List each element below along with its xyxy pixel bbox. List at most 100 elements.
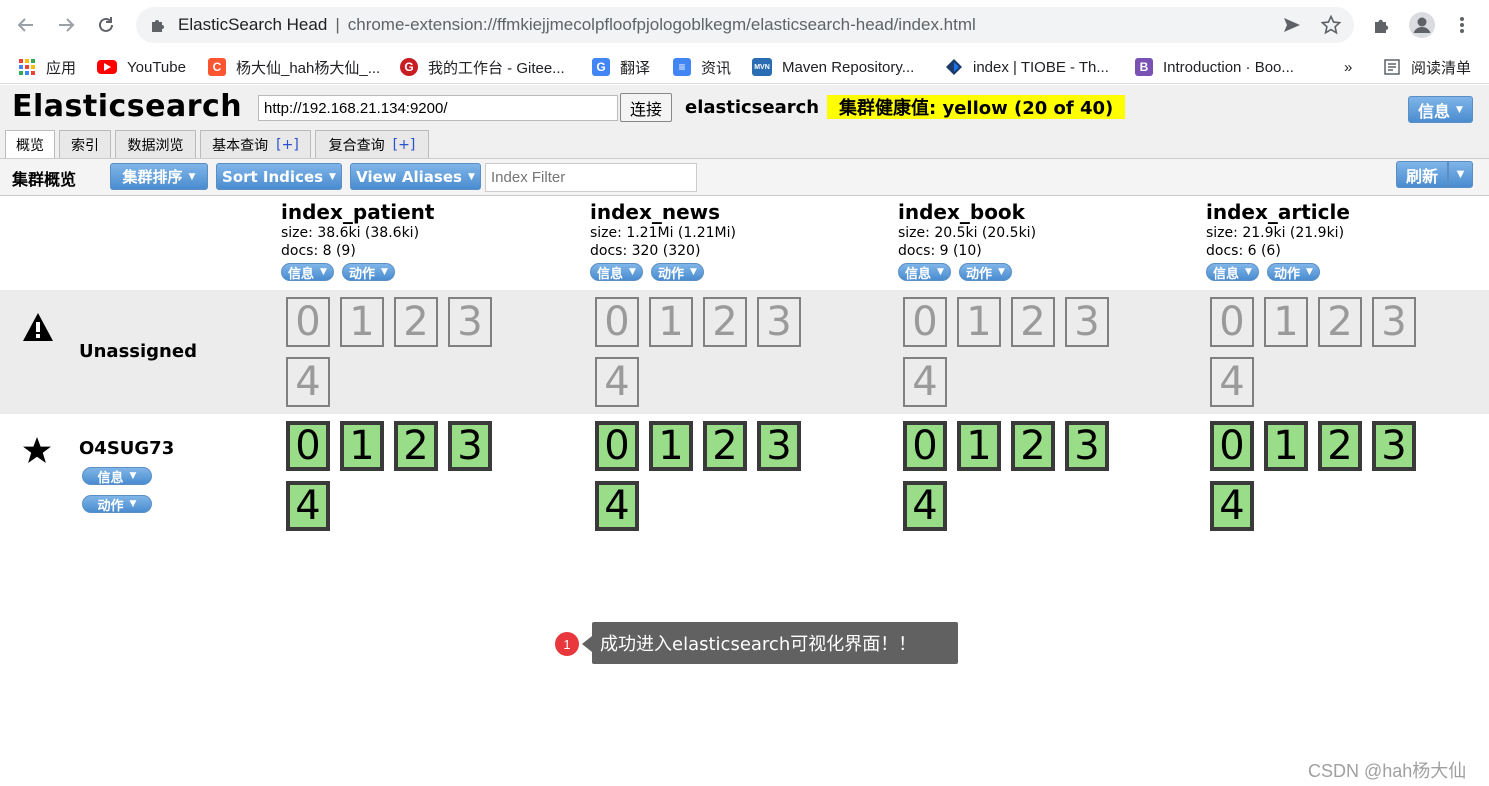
profile-avatar-icon[interactable] (1409, 12, 1435, 38)
shard-unassigned[interactable]: 0 (595, 297, 639, 347)
shard-primary[interactable]: 3 (1372, 421, 1416, 471)
shard-unassigned[interactable]: 0 (286, 297, 330, 347)
shard-primary[interactable]: 0 (1210, 421, 1254, 471)
bootstrap-icon: B (1135, 58, 1153, 76)
shard-unassigned[interactable]: 2 (1318, 297, 1362, 347)
shard-primary[interactable]: 2 (1011, 421, 1055, 471)
es-header: Elasticsearch 连接 elasticsearch 集群健康值: ye… (0, 85, 1489, 129)
shard-unassigned[interactable]: 4 (903, 357, 947, 407)
tab-compound-query[interactable]: 复合查询 [+] (315, 130, 429, 158)
shard-primary[interactable]: 3 (757, 421, 801, 471)
shard-primary[interactable]: 0 (286, 421, 330, 471)
connect-button[interactable]: 连接 (620, 93, 672, 122)
refresh-button[interactable]: 刷新 (1396, 161, 1448, 188)
shard-primary[interactable]: 2 (703, 421, 747, 471)
bookmark-news[interactable]: ≡ 资讯 (673, 56, 731, 78)
shard-primary[interactable]: 0 (903, 421, 947, 471)
tab-label: 数据浏览 (127, 137, 184, 154)
bookmark-bootstrap[interactable]: B Introduction · Boo... (1135, 56, 1294, 78)
address-bar[interactable]: ElasticSearch Head | chrome-extension://… (136, 7, 1354, 43)
shard-primary[interactable]: 2 (1318, 421, 1362, 471)
index-info-button[interactable]: 信息 ▼ (590, 263, 643, 282)
shard-unassigned[interactable]: 0 (903, 297, 947, 347)
caret-down-icon: ▼ (129, 471, 137, 481)
info-label: 信息 (1418, 101, 1451, 121)
view-aliases-button[interactable]: View Aliases ▼ (350, 163, 481, 190)
index-action-button[interactable]: 动作 ▼ (958, 263, 1012, 282)
sort-indices-button[interactable]: Sort Indices ▼ (216, 163, 342, 190)
tab-indices[interactable]: 索引 (59, 130, 111, 158)
bookmark-maven[interactable]: MVN Maven Repository... (752, 56, 914, 78)
index-info-button[interactable]: 信息 ▼ (1206, 263, 1259, 282)
shard-primary[interactable]: 0 (595, 421, 639, 471)
shard-primary[interactable]: 1 (957, 421, 1001, 471)
star-icon[interactable] (1321, 15, 1341, 35)
index-info-button[interactable]: 信息 ▼ (281, 263, 334, 282)
send-icon[interactable] (1282, 15, 1302, 35)
shard-unassigned[interactable]: 3 (448, 297, 492, 347)
tab-browser[interactable]: 数据浏览 (115, 130, 196, 158)
index-info-button[interactable]: 信息 ▼ (898, 263, 951, 282)
reload-icon[interactable] (92, 11, 120, 39)
shard-primary[interactable]: 4 (286, 481, 330, 531)
info-menu-button[interactable]: 信息 ▼ (1408, 96, 1473, 123)
index-docs: docs: 8 (9) (281, 243, 356, 259)
shard-primary[interactable]: 4 (1210, 481, 1254, 531)
shard-unassigned[interactable]: 1 (649, 297, 693, 347)
shard-unassigned[interactable]: 2 (1011, 297, 1055, 347)
shard-unassigned[interactable]: 1 (340, 297, 384, 347)
shard-unassigned[interactable]: 3 (1065, 297, 1109, 347)
node-action-button[interactable]: 动作 ▼ (82, 495, 152, 514)
menu-kebab-icon[interactable] (1449, 12, 1475, 38)
index-size: size: 1.21Mi (1.21Mi) (590, 225, 736, 241)
shard-primary[interactable]: 2 (394, 421, 438, 471)
shard-unassigned[interactable]: 2 (394, 297, 438, 347)
shard-unassigned[interactable]: 3 (757, 297, 801, 347)
index-docs: docs: 6 (6) (1206, 243, 1281, 259)
bookmark-tiobe[interactable]: index | TIOBE - Th... (945, 56, 1109, 78)
bookmark-gitee[interactable]: G 我的工作台 - Gitee... (400, 56, 565, 78)
address-separator: | (335, 15, 340, 34)
shard-unassigned[interactable]: 1 (1264, 297, 1308, 347)
shard-unassigned[interactable]: 0 (1210, 297, 1254, 347)
forward-icon[interactable] (52, 11, 80, 39)
shard-primary[interactable]: 4 (903, 481, 947, 531)
tab-basic-query[interactable]: 基本查询 [+] (200, 130, 311, 158)
shard-primary[interactable]: 1 (649, 421, 693, 471)
shard-unassigned[interactable]: 1 (957, 297, 1001, 347)
extensions-icon[interactable] (1369, 12, 1395, 38)
shard-unassigned[interactable]: 2 (703, 297, 747, 347)
back-icon[interactable] (12, 11, 40, 39)
tab-add[interactable]: [+] (276, 137, 299, 153)
shard-primary[interactable]: 1 (340, 421, 384, 471)
shard-primary[interactable]: 3 (448, 421, 492, 471)
index-action-button[interactable]: 动作 ▼ (341, 263, 395, 282)
bookmark-apps[interactable]: 应用 (18, 56, 76, 78)
shard-primary[interactable]: 4 (595, 481, 639, 531)
index-filter-input[interactable] (485, 163, 697, 192)
bookmark-youtube[interactable]: YouTube (97, 56, 186, 78)
address-url: chrome-extension://ffmkiejjmecolpfloofpj… (347, 15, 976, 34)
tab-overview[interactable]: 概览 (5, 130, 55, 159)
shard-unassigned[interactable]: 4 (595, 357, 639, 407)
more-bookmarks-chevron[interactable]: » (1344, 56, 1352, 78)
sort-cluster-button[interactable]: 集群排序 ▼ (110, 163, 208, 190)
bookmark-reading-list[interactable]: 阅读清单 (1383, 56, 1471, 78)
connection-url-input[interactable] (258, 95, 618, 121)
index-action-button[interactable]: 动作 ▼ (1266, 263, 1320, 282)
shard-unassigned[interactable]: 4 (1210, 357, 1254, 407)
shard-unassigned[interactable]: 4 (286, 357, 330, 407)
view-aliases-label: View Aliases (356, 167, 462, 186)
index-action-label: 动作 (965, 266, 992, 282)
index-action-button[interactable]: 动作 ▼ (650, 263, 704, 282)
tab-add[interactable]: [+] (393, 137, 416, 153)
bookmark-csdn[interactable]: C 杨大仙_hah杨大仙_... (208, 56, 380, 78)
shard-unassigned[interactable]: 3 (1372, 297, 1416, 347)
shard-primary[interactable]: 1 (1264, 421, 1308, 471)
node-info-button[interactable]: 信息 ▼ (82, 467, 152, 486)
shard-primary[interactable]: 3 (1065, 421, 1109, 471)
tiobe-icon (945, 58, 963, 76)
bookmark-translate[interactable]: G 翻译 (592, 56, 650, 78)
csdn-icon: C (208, 58, 226, 76)
refresh-dropdown[interactable]: ▼ (1448, 161, 1473, 188)
